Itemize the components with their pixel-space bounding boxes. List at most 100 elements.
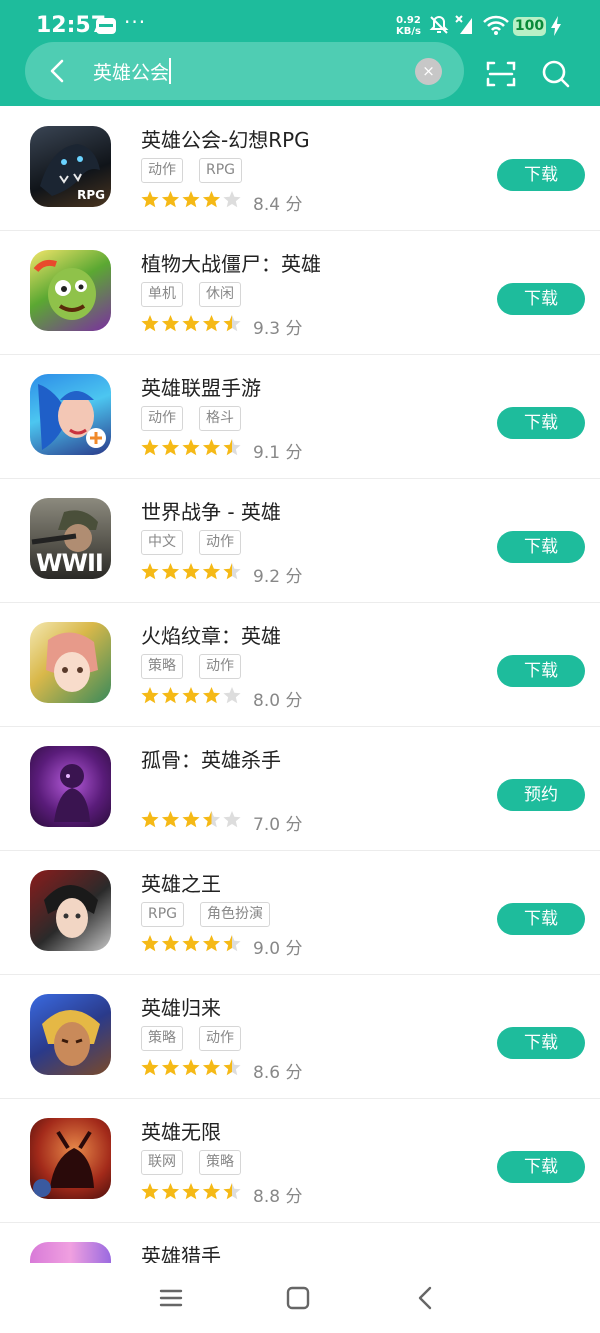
star-icon	[161, 1183, 180, 1200]
rating-score: 8.6 分	[253, 1063, 303, 1083]
download-button[interactable]: 下载	[497, 655, 585, 687]
star-icon	[141, 811, 159, 828]
star-icon	[202, 191, 221, 208]
rating-stars	[141, 1183, 241, 1200]
app-icon-pvz-heroes[interactable]	[30, 250, 111, 331]
search-input[interactable]	[93, 58, 393, 84]
star-icon	[182, 439, 200, 456]
text-cursor	[169, 58, 171, 84]
star-icon	[141, 687, 159, 704]
back-icon[interactable]	[411, 1283, 441, 1313]
app-icon-hero-king[interactable]	[30, 870, 111, 951]
star-icon	[223, 191, 241, 208]
download-button[interactable]: 下载	[497, 531, 585, 563]
no-sim-icon	[455, 15, 472, 34]
app-title[interactable]: 植物大战僵尸：英雄	[141, 248, 321, 277]
star-icon	[182, 563, 200, 580]
app-tag: RPG	[199, 158, 243, 183]
list-item[interactable]: 英雄之王 RPG 角色扮演 9.0 分 下载	[0, 850, 600, 975]
list-item[interactable]: 英雄无限 联网 策略 8.8 分 下载	[0, 1098, 600, 1223]
star-icon	[182, 191, 200, 208]
rating-stars	[141, 563, 241, 580]
star-icon	[182, 687, 200, 704]
search-icon[interactable]	[540, 58, 572, 90]
star-icon	[161, 1059, 180, 1076]
app-title[interactable]: 英雄联盟手游	[141, 372, 261, 401]
battery-level: 100	[513, 17, 546, 36]
warrior-art-icon	[42, 1010, 100, 1066]
rating-stars	[141, 315, 241, 332]
list-item[interactable]: WWII 世界战争 - 英雄 中文 动作 9.2 分 下载	[0, 478, 600, 603]
rating-stars	[141, 191, 241, 208]
app-icon-label: WWII	[36, 549, 104, 577]
star-icon	[202, 315, 221, 332]
header-bar: 12:57 ··· 0.92 KB/s 100 ×	[0, 0, 600, 106]
list-item[interactable]: 火焰纹章：英雄 策略 动作 8.0 分 下载	[0, 602, 600, 727]
clear-search-button[interactable]: ×	[415, 58, 442, 85]
download-button[interactable]: 下载	[497, 1027, 585, 1059]
reserve-button[interactable]: 预约	[497, 779, 585, 811]
star-icon	[161, 315, 180, 332]
star-icon	[223, 315, 241, 332]
app-tag: 角色扮演	[200, 902, 271, 927]
app-tag: RPG	[141, 902, 185, 927]
star-icon	[202, 811, 221, 828]
download-button[interactable]: 下载	[497, 903, 585, 935]
list-item[interactable]: 孤骨：英雄杀手 7.0 分 预约	[0, 726, 600, 851]
rating-score: 8.4 分	[253, 195, 303, 215]
app-icon-lol-mobile[interactable]	[30, 374, 111, 455]
app-icon-hero-infinite[interactable]	[30, 1118, 111, 1199]
download-button[interactable]: 下载	[497, 407, 585, 439]
star-icon	[141, 1059, 159, 1076]
app-tag: 动作	[199, 1026, 241, 1051]
download-button[interactable]: 下载	[497, 159, 585, 191]
app-tag: 策略	[141, 654, 183, 679]
star-icon	[202, 563, 221, 580]
list-item[interactable]: 植物大战僵尸：英雄 单机 休闲 9.3 分 下载	[0, 230, 600, 355]
menu-icon[interactable]	[156, 1283, 186, 1313]
app-icon-hero-return[interactable]	[30, 994, 111, 1075]
star-icon	[182, 315, 200, 332]
anime-girl-art-icon	[46, 632, 98, 692]
list-item[interactable]: RPG 英雄公会-幻想RPG 动作 RPG 8.4 分 下载	[0, 106, 600, 231]
app-tag: 动作	[199, 654, 241, 679]
network-speed: 0.92 KB/s	[396, 15, 421, 37]
list-item[interactable]: 英雄归来 策略 动作 8.6 分 下载	[0, 974, 600, 1099]
app-title[interactable]: 英雄归来	[141, 992, 221, 1021]
app-title[interactable]: 孤骨：英雄杀手	[141, 744, 281, 773]
app-title[interactable]: 英雄公会-幻想RPG	[141, 124, 310, 153]
scan-icon[interactable]	[485, 58, 517, 90]
app-title[interactable]: 世界战争 - 英雄	[141, 496, 281, 525]
star-icon	[223, 935, 241, 952]
app-tag: 休闲	[199, 282, 241, 307]
wifi-icon	[483, 15, 509, 35]
app-icon-hero-hunter[interactable]	[30, 1242, 111, 1263]
dragon-art-icon	[33, 1130, 94, 1197]
download-button[interactable]: 下载	[497, 1151, 585, 1183]
app-tag: 动作	[141, 158, 183, 183]
list-item[interactable]: 英雄联盟手游 动作 格斗 9.1 分 下载	[0, 354, 600, 479]
list-item[interactable]: 英雄猎手	[0, 1222, 600, 1263]
mute-icon	[429, 15, 449, 34]
app-icon-fire-emblem-heroes[interactable]	[30, 622, 111, 703]
download-button[interactable]: 下载	[497, 283, 585, 315]
app-title[interactable]: 英雄之王	[141, 868, 221, 897]
wallet-notification-icon	[96, 18, 116, 34]
app-tags: 联网 策略	[141, 1150, 257, 1175]
system-navigation-bar	[0, 1263, 600, 1333]
app-icon-hero-guild[interactable]: RPG	[30, 126, 111, 207]
app-icon-world-war-heroes[interactable]: WWII	[30, 498, 111, 579]
app-title[interactable]: 英雄猎手	[141, 1240, 221, 1263]
app-tags: 动作 格斗	[141, 406, 257, 431]
app-tag: 策略	[141, 1026, 183, 1051]
app-title[interactable]: 英雄无限	[141, 1116, 221, 1145]
star-icon	[202, 1183, 221, 1200]
search-results-list[interactable]: RPG 英雄公会-幻想RPG 动作 RPG 8.4 分 下载 植物大战僵尸：英雄 …	[0, 106, 600, 1263]
anime-boy-art-icon	[44, 885, 98, 938]
app-title[interactable]: 火焰纹章：英雄	[141, 620, 281, 649]
home-icon[interactable]	[283, 1283, 313, 1313]
star-icon	[202, 439, 221, 456]
app-icon-bone-hero-killer[interactable]	[30, 746, 111, 827]
rating-score: 7.0 分	[253, 815, 303, 835]
back-arrow-icon[interactable]	[44, 56, 74, 86]
